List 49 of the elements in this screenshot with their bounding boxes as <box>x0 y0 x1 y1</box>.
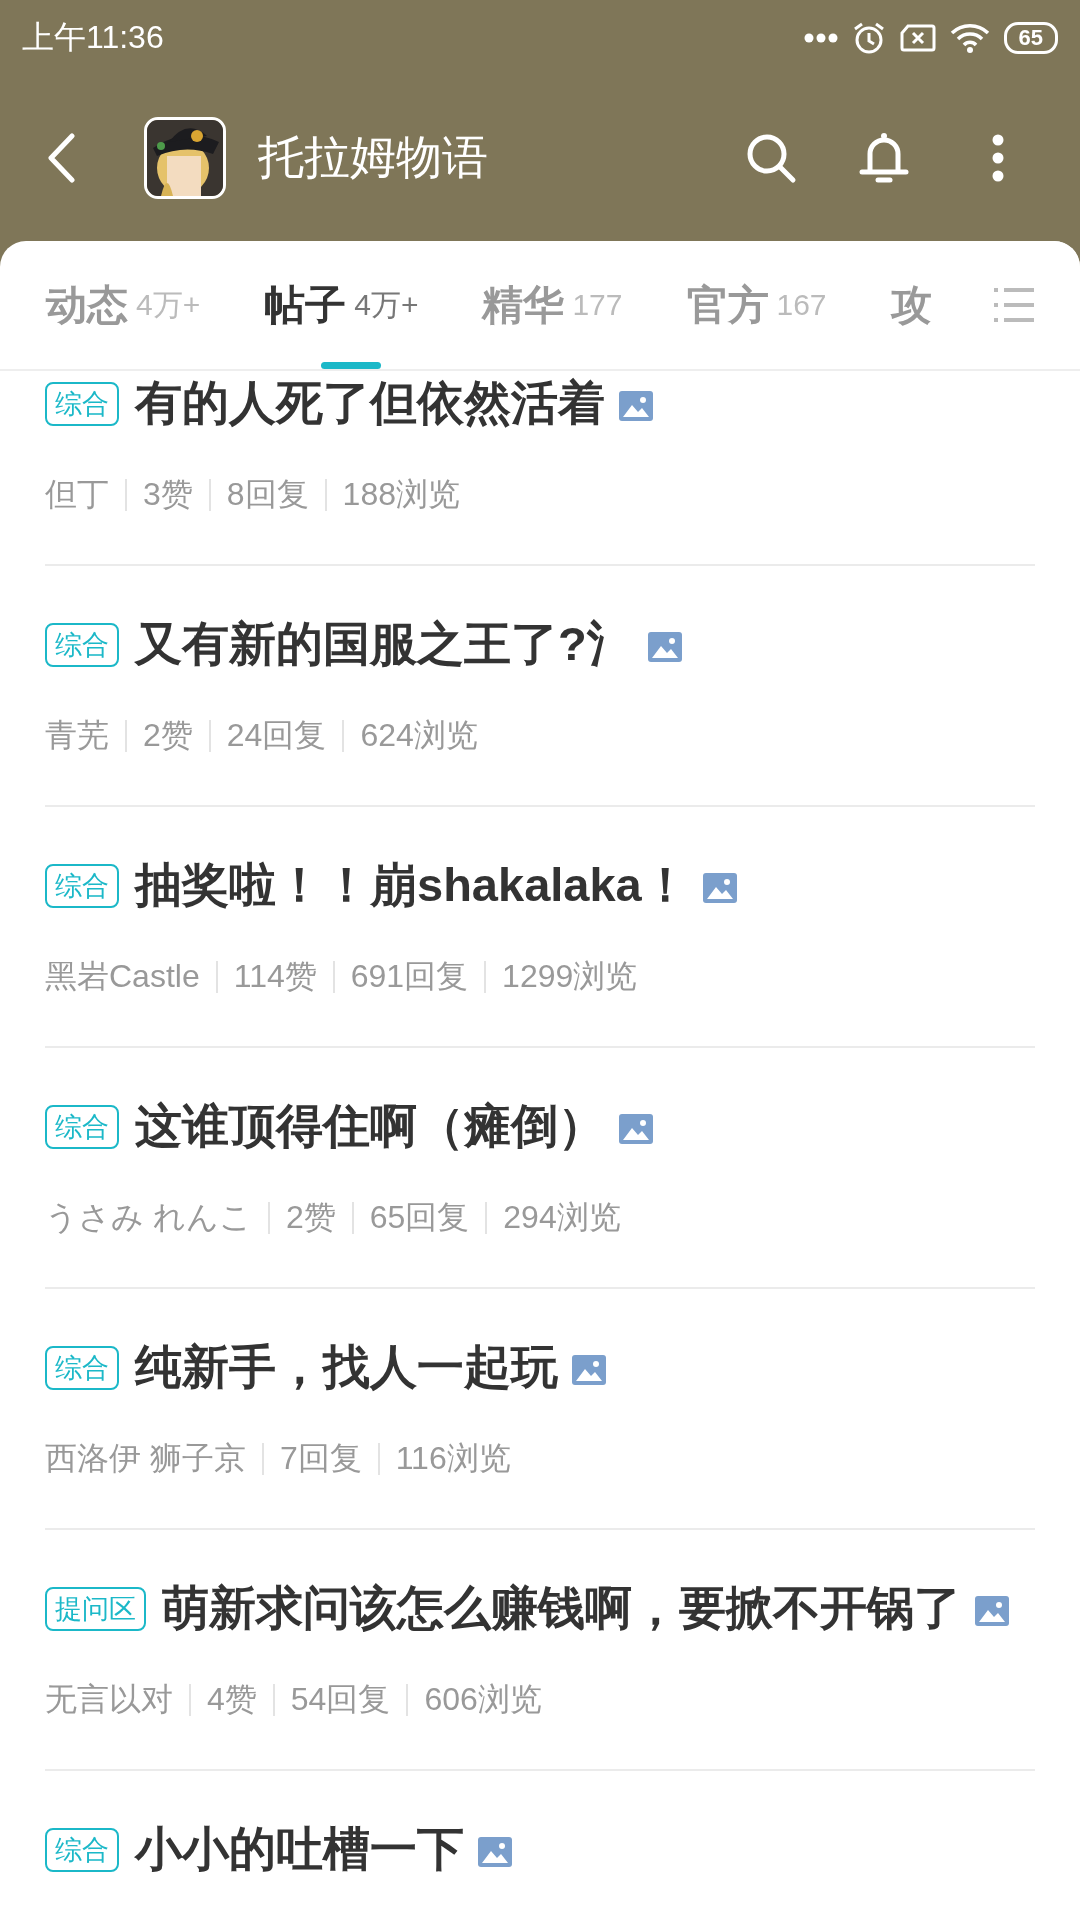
bell-icon[interactable] <box>858 130 910 186</box>
battery-level: 65 <box>1003 21 1058 54</box>
post-stat: 606浏览 <box>424 1680 542 1719</box>
wifi-icon <box>949 22 990 53</box>
post-title[interactable]: 有的人死了但依然活着 <box>135 376 605 429</box>
category-tag: 综合 <box>45 1105 119 1149</box>
category-tag: 提问区 <box>45 1587 146 1631</box>
post-title[interactable]: 萌新求问该怎么赚钱啊，要掀不开锅了 <box>162 1581 961 1634</box>
tab[interactable]: 帖子 4万+ <box>264 241 419 369</box>
post-stat: 2赞 <box>285 1198 336 1237</box>
back-icon[interactable] <box>46 133 76 183</box>
category-tag: 综合 <box>45 1346 119 1390</box>
post-title[interactable]: 纯新手，找人一起玩 <box>135 1340 558 1393</box>
post-stat: 65回复 <box>369 1198 470 1237</box>
post-stat: 624浏览 <box>360 716 478 755</box>
post-stat: 7回复 <box>279 1439 362 1478</box>
more-icon[interactable] <box>991 134 1005 182</box>
post-stat: 8回复 <box>226 475 309 514</box>
post-author: 青芜 <box>45 716 109 755</box>
post-stat: 116浏览 <box>395 1439 511 1478</box>
category-tag: 综合 <box>45 864 119 908</box>
post-stat: 3赞 <box>143 475 193 514</box>
alarm-icon <box>851 20 886 55</box>
post-title[interactable]: 小小的吐槽一下 <box>135 1822 464 1875</box>
forum-title: 托拉姆物语 <box>258 130 489 185</box>
post-author: 无言以对 <box>45 1680 173 1719</box>
post-stat: 114赞 <box>233 957 317 996</box>
post-stat: 1299浏览 <box>502 957 638 996</box>
post-author: 但丁 <box>45 475 109 514</box>
post-author: 黑岩Castle <box>45 957 200 996</box>
post-author: うさみ れんこ <box>45 1198 252 1237</box>
category-tag: 综合 <box>45 623 119 667</box>
search-icon[interactable] <box>745 132 797 184</box>
post-title[interactable]: 又有新的国服之王了?氵 <box>135 617 634 670</box>
post-stat: 188浏览 <box>342 475 460 514</box>
post-stat: 24回复 <box>226 716 327 755</box>
status-time: 上午11:36 <box>22 17 165 57</box>
post-stat: 4赞 <box>207 1680 257 1719</box>
dots-icon <box>803 32 838 43</box>
post-stat: 294浏览 <box>503 1198 621 1237</box>
sim-icon <box>899 23 936 52</box>
post-title[interactable]: 抽奖啦！！崩shakalaka！ <box>135 858 689 911</box>
category-tag: 综合 <box>45 382 119 426</box>
post-stat: 2赞 <box>143 716 193 755</box>
post-author: 西洛伊 狮子京 <box>45 1439 246 1478</box>
post-title[interactable]: 这谁顶得住啊（瘫倒） <box>135 1099 605 1152</box>
post-stat: 54回复 <box>290 1680 391 1719</box>
category-tag: 综合 <box>45 1828 119 1872</box>
post-stat: 691回复 <box>350 957 469 996</box>
